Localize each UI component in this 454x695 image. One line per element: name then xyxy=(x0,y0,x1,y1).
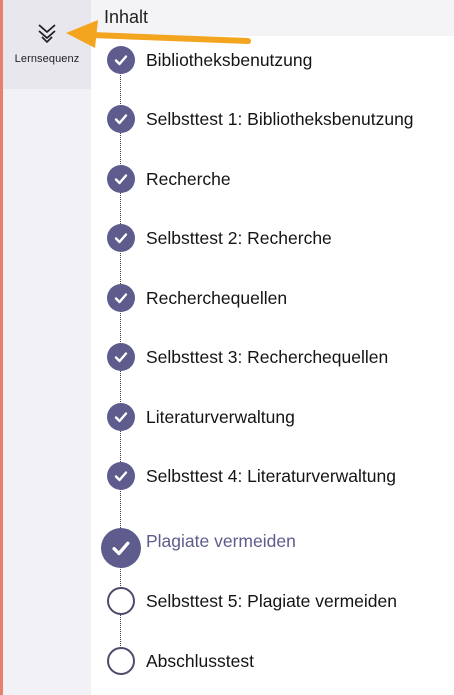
sequence-item-label: Abschlusstest xyxy=(146,651,254,671)
sequence-item-current[interactable]: Plagiate vermeiden xyxy=(91,528,454,568)
sequence-item[interactable]: Bibliotheksbenutzung xyxy=(91,40,454,80)
checkmark-icon xyxy=(107,284,135,312)
empty-circle-icon xyxy=(107,647,135,675)
empty-circle-icon xyxy=(107,587,135,615)
sequence-item-label: Selbsttest 2: Recherche xyxy=(146,228,332,248)
page-title: Inhalt xyxy=(104,7,149,27)
sequence-item-label: Recherchequellen xyxy=(146,288,288,308)
checkmark-icon xyxy=(107,224,135,252)
sidebar-tab-lernsequenz[interactable]: Lernsequenz xyxy=(3,0,91,89)
double-chevron-down-icon xyxy=(38,24,56,43)
sidebar-tab-label: Lernsequenz xyxy=(14,53,80,65)
checkmark-icon xyxy=(107,403,135,431)
sequence-item[interactable]: Selbsttest 2: Recherche xyxy=(91,218,454,258)
sequence-item[interactable]: Selbsttest 1: Bibliotheksbenutzung xyxy=(91,99,454,139)
sequence-item[interactable]: Selbsttest 5: Plagiate vermeiden xyxy=(91,581,454,621)
sequence-item-label: Selbsttest 1: Bibliotheksbenutzung xyxy=(146,109,414,129)
checkmark-icon xyxy=(107,343,135,371)
checkmark-icon xyxy=(107,462,135,490)
checkmark-icon xyxy=(107,105,135,133)
checkmark-icon xyxy=(101,528,141,568)
sidebar: Lernsequenz xyxy=(3,0,91,695)
sequence-item[interactable]: Selbsttest 4: Literaturverwaltung xyxy=(91,456,454,496)
sequence-item-label: Plagiate vermeiden xyxy=(146,531,296,551)
sequence-item-label: Selbsttest 3: Recherchequellen xyxy=(146,347,389,367)
checkmark-icon xyxy=(107,46,135,74)
sequence-item[interactable]: Recherche xyxy=(91,159,454,199)
content-panel: Inhalt Bibliotheksbenutzung Selbsttest 1… xyxy=(91,0,454,695)
sequence-item-label: Selbsttest 5: Plagiate vermeiden xyxy=(146,591,397,611)
sequence-item[interactable]: Abschlusstest xyxy=(91,641,454,681)
sequence-item-label: Selbsttest 4: Literaturverwaltung xyxy=(146,466,396,486)
checkmark-icon xyxy=(107,165,135,193)
sequence-item-label: Literaturverwaltung xyxy=(146,407,295,427)
sequence-item[interactable]: Literaturverwaltung xyxy=(91,397,454,437)
sequence-item[interactable]: Selbsttest 3: Recherchequellen xyxy=(91,337,454,377)
sequence-item[interactable]: Recherchequellen xyxy=(91,278,454,318)
sequence-item-label: Recherche xyxy=(146,169,231,189)
panel-header: Inhalt xyxy=(91,0,454,36)
sequence-item-label: Bibliotheksbenutzung xyxy=(146,50,313,70)
